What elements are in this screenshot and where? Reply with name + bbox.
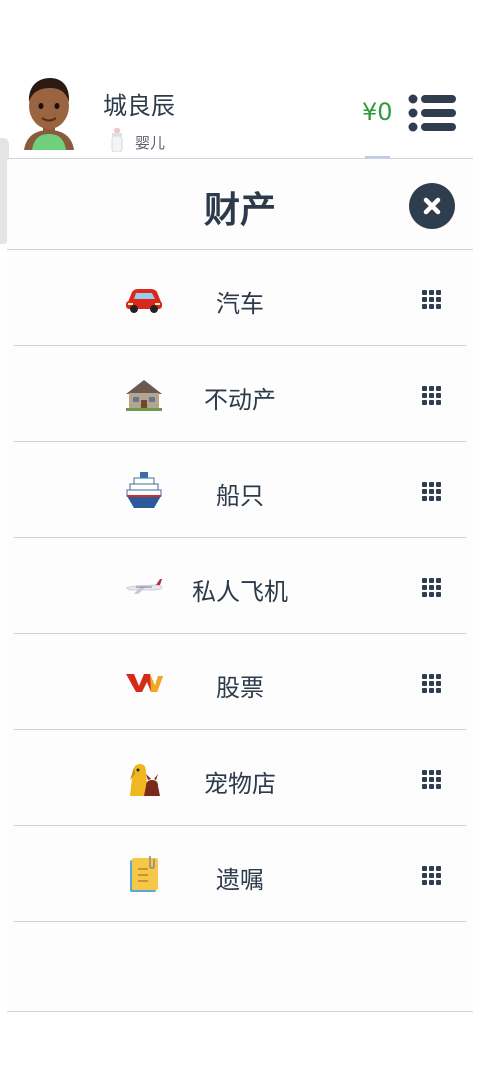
list-item-label: 汽车 bbox=[216, 290, 264, 318]
user-name: 城良辰 bbox=[103, 92, 175, 120]
list-item-pet-shop[interactable]: 宠物店 bbox=[14, 730, 466, 826]
list-item-will[interactable]: 遗嘱 bbox=[14, 826, 466, 922]
assets-list: 汽车 不动产 船只 私人飞机 股票 宠物店 遗嘱 bbox=[14, 250, 466, 922]
grid-icon bbox=[422, 674, 442, 694]
list-item-ship[interactable]: 船只 bbox=[14, 442, 466, 538]
grid-icon bbox=[422, 578, 442, 598]
baby-bottle-icon bbox=[111, 128, 123, 152]
list-item-private-jet[interactable]: 私人飞机 bbox=[14, 538, 466, 634]
grid-icon bbox=[422, 386, 442, 406]
close-icon bbox=[423, 197, 441, 215]
list-item-label: 船只 bbox=[216, 482, 264, 510]
grid-icon bbox=[422, 770, 442, 790]
top-bar: 城良辰 婴儿 ¥0 bbox=[0, 0, 480, 158]
list-item-label: 遗嘱 bbox=[216, 866, 264, 894]
menu-list-icon[interactable] bbox=[408, 94, 456, 132]
assets-panel: 财产 汽车 不动产 船只 私人飞机 股票 宠物店 遗嘱 bbox=[7, 158, 473, 1012]
list-item-real-estate[interactable]: 不动产 bbox=[14, 346, 466, 442]
money-balance: ¥0 bbox=[362, 98, 393, 126]
panel-header: 财产 bbox=[7, 159, 473, 250]
list-item-car[interactable]: 汽车 bbox=[14, 250, 466, 346]
grid-icon bbox=[422, 290, 442, 310]
grid-icon bbox=[422, 866, 442, 886]
avatar bbox=[24, 78, 74, 150]
list-item-stocks[interactable]: 股票 bbox=[14, 634, 466, 730]
list-item-label: 私人飞机 bbox=[192, 578, 288, 606]
panel-title: 财产 bbox=[203, 190, 276, 231]
list-item-label: 股票 bbox=[216, 674, 264, 702]
close-button[interactable] bbox=[409, 183, 455, 229]
grid-icon bbox=[422, 482, 442, 502]
list-item-label: 宠物店 bbox=[204, 770, 276, 798]
list-item-label: 不动产 bbox=[204, 386, 276, 414]
life-stage-label: 婴儿 bbox=[135, 134, 166, 152]
